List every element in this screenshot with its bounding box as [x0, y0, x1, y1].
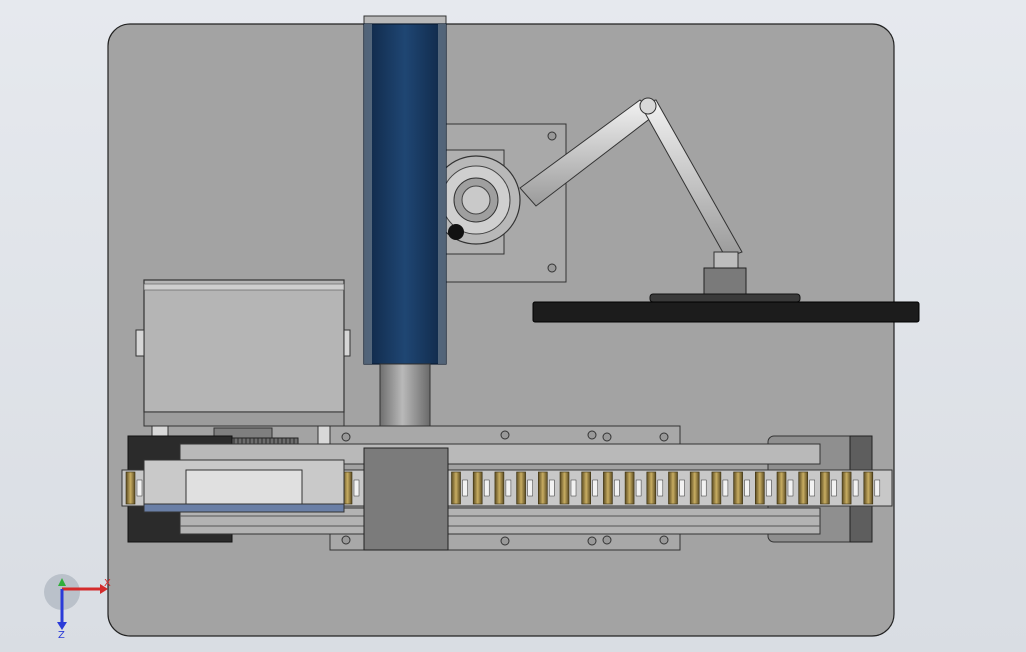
z-axis-arrowhead [57, 622, 67, 630]
rail-carriage[interactable] [143, 459, 345, 513]
rail-spacer [744, 479, 750, 497]
rail-spacer [679, 479, 685, 497]
rail-roller [603, 471, 613, 505]
knob-handle[interactable] [448, 224, 464, 240]
rail-spacer [722, 479, 729, 497]
rail-spacer [874, 479, 881, 497]
rail-spacer [505, 479, 512, 497]
rail-roller [733, 471, 743, 505]
rail-spacer [787, 479, 794, 497]
rail-spacer [527, 479, 533, 497]
rail-spacer [635, 479, 642, 497]
rail-spacer [831, 479, 837, 497]
rail-roller [581, 471, 592, 505]
rail-spacer [136, 479, 143, 497]
rail-spacer [700, 479, 707, 497]
rail-roller [863, 471, 874, 505]
rail-spacer [852, 479, 859, 497]
cad-viewport[interactable]: X Z [0, 0, 1026, 652]
model-view[interactable] [0, 0, 1026, 652]
rail-roller [776, 471, 787, 505]
rail-spacer [592, 479, 598, 497]
rail-spacer [462, 479, 468, 497]
rail-roller [451, 471, 461, 505]
rail-spacer [766, 479, 772, 497]
monitor[interactable] [532, 301, 920, 323]
rail-roller [668, 471, 678, 505]
rail-roller [754, 471, 765, 505]
rail-roller [689, 471, 700, 505]
rail-spacer [549, 479, 555, 497]
rail-roller [494, 471, 505, 505]
z-axis-label: Z [58, 630, 65, 640]
rail-plate-top [329, 425, 681, 445]
vertical-column[interactable] [363, 15, 447, 365]
rail-roller [537, 471, 548, 505]
rail-roller [820, 471, 830, 505]
coordinate-triad: X Z [44, 574, 111, 640]
rail-spacer [809, 479, 815, 497]
rail-spacer [353, 479, 360, 497]
rail-roller [841, 471, 852, 505]
rail-spacer [483, 479, 490, 497]
rail-roller [624, 471, 635, 505]
rail-roller [516, 471, 526, 505]
rail-roller [472, 471, 483, 505]
motor-housing[interactable] [135, 279, 351, 427]
rail-spacer [614, 479, 620, 497]
column-base-block[interactable] [363, 447, 449, 551]
rail-roller [711, 471, 722, 505]
rail-spacer [657, 479, 664, 497]
rail-roller [646, 471, 657, 505]
rail-roller [559, 471, 570, 505]
x-axis-label: X [104, 578, 111, 589]
rail-roller [798, 471, 809, 505]
rail-roller [125, 471, 136, 505]
rail-spacer [570, 479, 577, 497]
